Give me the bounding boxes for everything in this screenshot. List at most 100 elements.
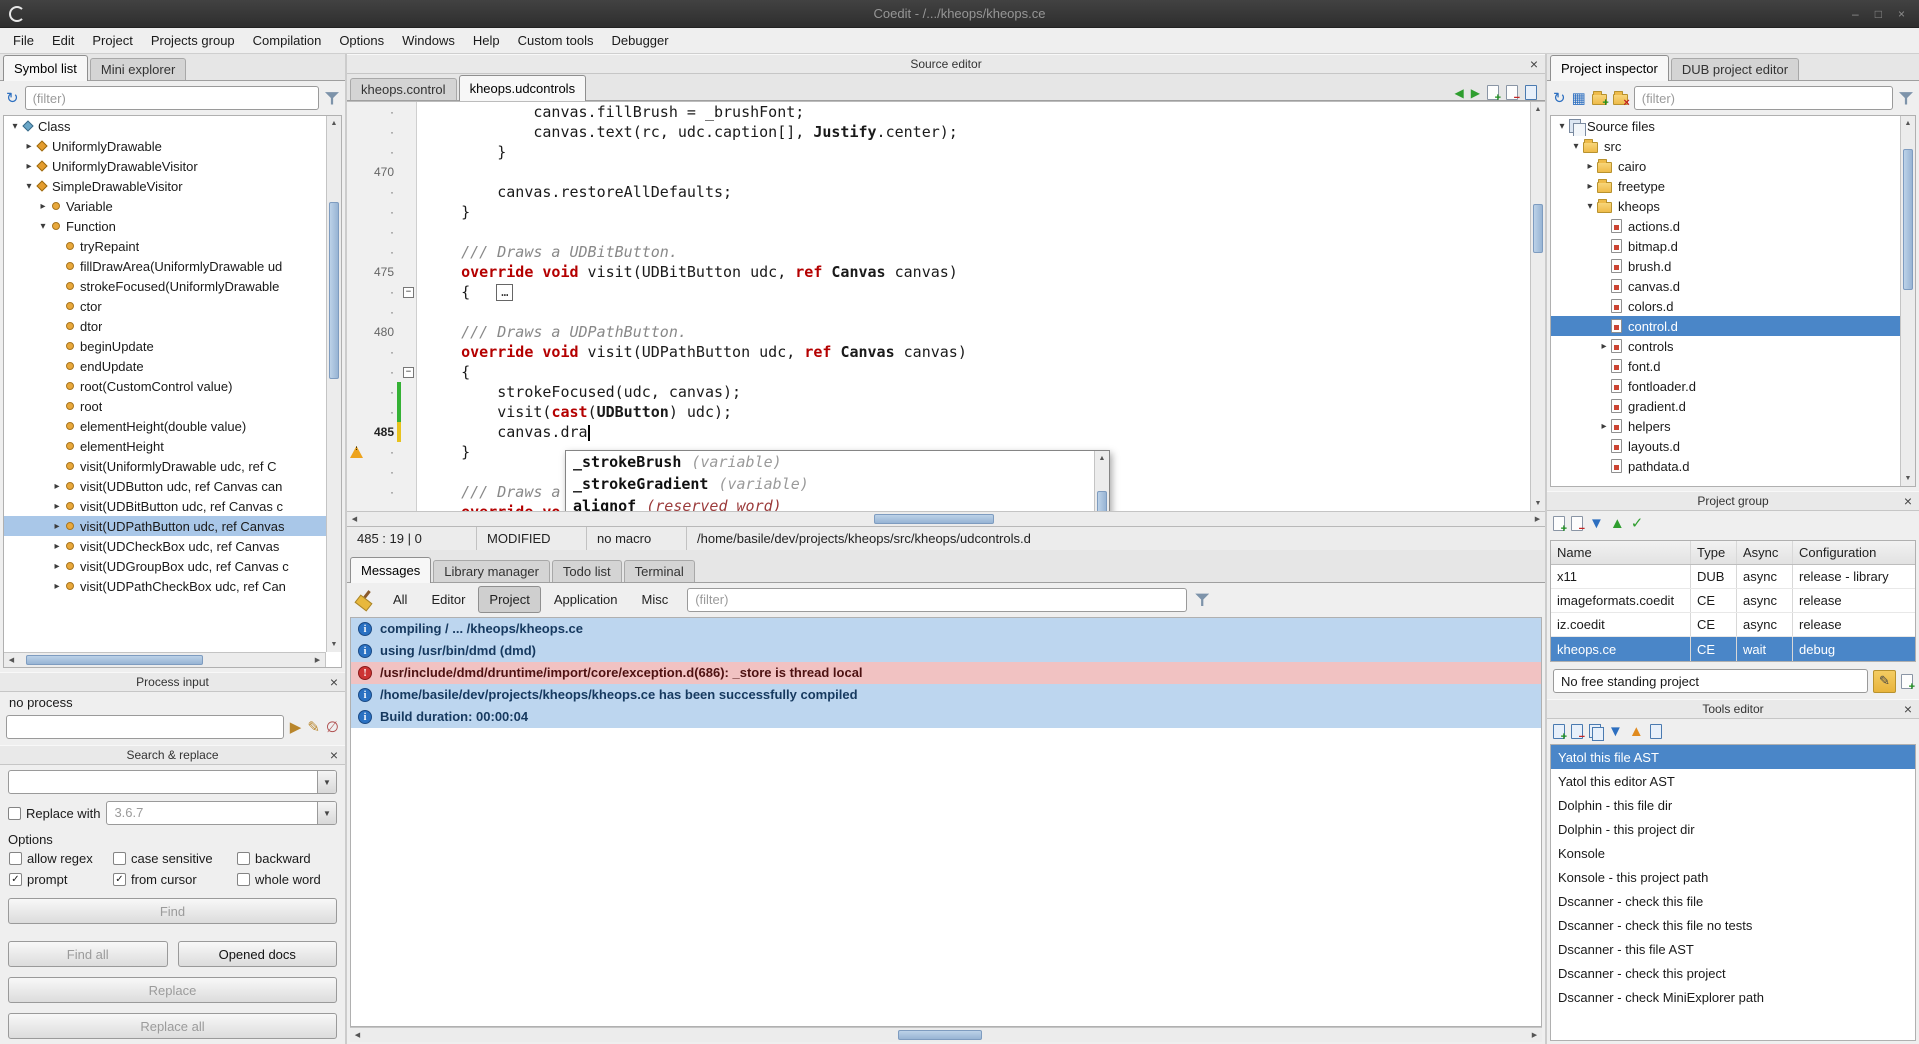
- message-row[interactable]: icompiling / ... /kheops/kheops.ce: [351, 618, 1541, 640]
- symbol-item[interactable]: ▸visit(UDButton udc, ref Canvas can: [4, 476, 326, 496]
- symbol-item[interactable]: ctor: [4, 296, 326, 316]
- collapsed-icon[interactable]: ▸: [36, 201, 50, 212]
- menu-projects-group[interactable]: Projects group: [142, 29, 244, 52]
- clone-tool-icon[interactable]: [1589, 724, 1602, 739]
- remove-project-icon[interactable]: [1571, 516, 1583, 531]
- close-icon[interactable]: ×: [330, 674, 338, 690]
- column-header-name[interactable]: Name: [1551, 541, 1691, 564]
- scroll-up-icon[interactable]: ▲: [1901, 117, 1915, 130]
- column-header-configuration[interactable]: Configuration: [1793, 541, 1915, 564]
- column-header-type[interactable]: Type: [1691, 541, 1737, 564]
- back-icon[interactable]: ◀: [1455, 86, 1464, 100]
- add-project-icon[interactable]: [1553, 516, 1565, 531]
- filter-all[interactable]: All: [382, 586, 418, 613]
- message-row[interactable]: iBuild duration: 00:00:04: [351, 706, 1541, 728]
- file-item[interactable]: ▸freetype: [1551, 176, 1900, 196]
- scroll-thumb[interactable]: [1097, 491, 1107, 510]
- tab-library-manager[interactable]: Library manager: [433, 560, 550, 582]
- scroll-left-icon[interactable]: ◀: [351, 1028, 364, 1042]
- replace-all-button[interactable]: Replace all: [8, 1013, 337, 1039]
- filter-editor[interactable]: Editor: [420, 586, 476, 613]
- replace-button[interactable]: Replace: [8, 977, 337, 1003]
- menu-file[interactable]: File: [4, 29, 43, 52]
- file-item[interactable]: pathdata.d: [1551, 456, 1900, 476]
- menu-debugger[interactable]: Debugger: [603, 29, 678, 52]
- symbol-item[interactable]: ▸visit(UDGroupBox udc, ref Canvas c: [4, 556, 326, 576]
- symbol-tree-hscrollbar[interactable]: ◀ ▶: [4, 652, 326, 667]
- collapsed-icon[interactable]: ▸: [50, 581, 64, 592]
- expanded-icon[interactable]: ▾: [22, 181, 36, 192]
- fold-column[interactable]: −: [401, 367, 416, 378]
- code-line[interactable]: 480 /// Draws a UDPathButton.: [347, 322, 1530, 342]
- tab-mini-explorer[interactable]: Mini explorer: [90, 58, 186, 80]
- message-row[interactable]: !/usr/include/dmd/druntime/import/core/e…: [351, 662, 1541, 684]
- collapsed-icon[interactable]: ▸: [1597, 421, 1611, 432]
- scroll-right-icon[interactable]: ▶: [311, 653, 324, 667]
- completion-item[interactable]: _strokeBrush(variable): [566, 451, 1094, 473]
- file-item[interactable]: canvas.d: [1551, 276, 1900, 296]
- menu-windows[interactable]: Windows: [393, 29, 464, 52]
- expanded-icon[interactable]: ▾: [1569, 141, 1583, 152]
- search-combo[interactable]: ▼: [8, 770, 337, 794]
- process-input-field[interactable]: [6, 715, 284, 739]
- menu-edit[interactable]: Edit: [43, 29, 83, 52]
- move-tool-up-icon[interactable]: ▲: [1629, 724, 1644, 739]
- symbol-item[interactable]: elementHeight(double value): [4, 416, 326, 436]
- tool-item-dscanner-check-miniexplorer-path[interactable]: Dscanner - check MiniExplorer path: [1551, 985, 1915, 1009]
- code-line[interactable]: ·: [347, 222, 1530, 242]
- symbol-item[interactable]: beginUpdate: [4, 336, 326, 356]
- fold-toggle-icon[interactable]: −: [403, 367, 414, 378]
- scroll-up-icon[interactable]: ▲: [1531, 103, 1545, 116]
- file-item[interactable]: ▾src: [1551, 136, 1900, 156]
- symbol-item[interactable]: root(CustomControl value): [4, 376, 326, 396]
- editor-vscrollbar[interactable]: ▲ ▼: [1530, 102, 1545, 511]
- file-item[interactable]: colors.d: [1551, 296, 1900, 316]
- scroll-up-icon[interactable]: ▲: [1095, 452, 1109, 465]
- filter-funnel-icon[interactable]: [1195, 593, 1209, 607]
- file-item[interactable]: actions.d: [1551, 216, 1900, 236]
- forward-icon[interactable]: ▶: [1471, 86, 1480, 100]
- tool-item-dscanner-this-file-ast[interactable]: Dscanner - this file AST: [1551, 937, 1915, 961]
- collapsed-icon[interactable]: ▸: [50, 541, 64, 552]
- collapsed-icon[interactable]: ▸: [50, 561, 64, 572]
- code-line[interactable]: 485 canvas.dra: [347, 422, 1530, 442]
- project-filter-input[interactable]: (filter): [1634, 86, 1893, 110]
- scroll-down-icon[interactable]: ▼: [327, 638, 341, 651]
- collapsed-icon[interactable]: ▸: [50, 521, 64, 532]
- scroll-left-icon[interactable]: ◀: [5, 653, 18, 667]
- column-header-async[interactable]: Async: [1737, 541, 1793, 564]
- symbol-item[interactable]: ▾Class: [4, 116, 326, 136]
- add-free-project-icon[interactable]: [1901, 674, 1913, 689]
- checkbox-replace-with[interactable]: Replace with: [8, 806, 100, 821]
- close-icon[interactable]: ×: [1530, 56, 1538, 72]
- grid-view-icon[interactable]: ▦: [1572, 91, 1586, 106]
- add-tool-icon[interactable]: [1553, 724, 1565, 739]
- scroll-right-icon[interactable]: ▶: [1528, 1028, 1541, 1042]
- symbol-item[interactable]: root: [4, 396, 326, 416]
- file-item[interactable]: fontloader.d: [1551, 376, 1900, 396]
- scroll-down-icon[interactable]: ▼: [1901, 472, 1915, 485]
- scroll-thumb[interactable]: [26, 655, 203, 665]
- expanded-icon[interactable]: ▾: [1555, 121, 1569, 132]
- expanded-icon[interactable]: ▾: [8, 121, 22, 132]
- editor-hscrollbar[interactable]: ◀ ▶: [347, 511, 1545, 526]
- move-down-icon[interactable]: ▼: [1589, 516, 1604, 531]
- collapsed-icon[interactable]: ▸: [1597, 341, 1611, 352]
- tool-item-konsole[interactable]: Konsole: [1551, 841, 1915, 865]
- collapsed-icon[interactable]: ▸: [1583, 161, 1597, 172]
- code-line[interactable]: · /// Draws a UDBitButton.: [347, 242, 1530, 262]
- file-item[interactable]: ▾kheops: [1551, 196, 1900, 216]
- file-tree-vscrollbar[interactable]: ▲ ▼: [1900, 116, 1915, 486]
- scroll-thumb[interactable]: [1533, 204, 1543, 253]
- tool-item-yatol-this-file-ast[interactable]: Yatol this file AST: [1551, 745, 1915, 769]
- code-line[interactable]: ·− {: [347, 362, 1530, 382]
- collapsed-icon[interactable]: ▸: [22, 141, 36, 152]
- tab-kheops-control[interactable]: kheops.control: [350, 78, 457, 100]
- filter-funnel-icon[interactable]: [1899, 91, 1913, 105]
- menu-custom-tools[interactable]: Custom tools: [509, 29, 603, 52]
- refresh-icon[interactable]: ↻: [6, 91, 19, 106]
- filter-funnel-icon[interactable]: [325, 91, 339, 105]
- minimize-icon[interactable]: –: [1852, 7, 1859, 21]
- free-standing-project-field[interactable]: No free standing project: [1553, 669, 1868, 693]
- edit-pencil-icon[interactable]: ✎: [1873, 670, 1896, 693]
